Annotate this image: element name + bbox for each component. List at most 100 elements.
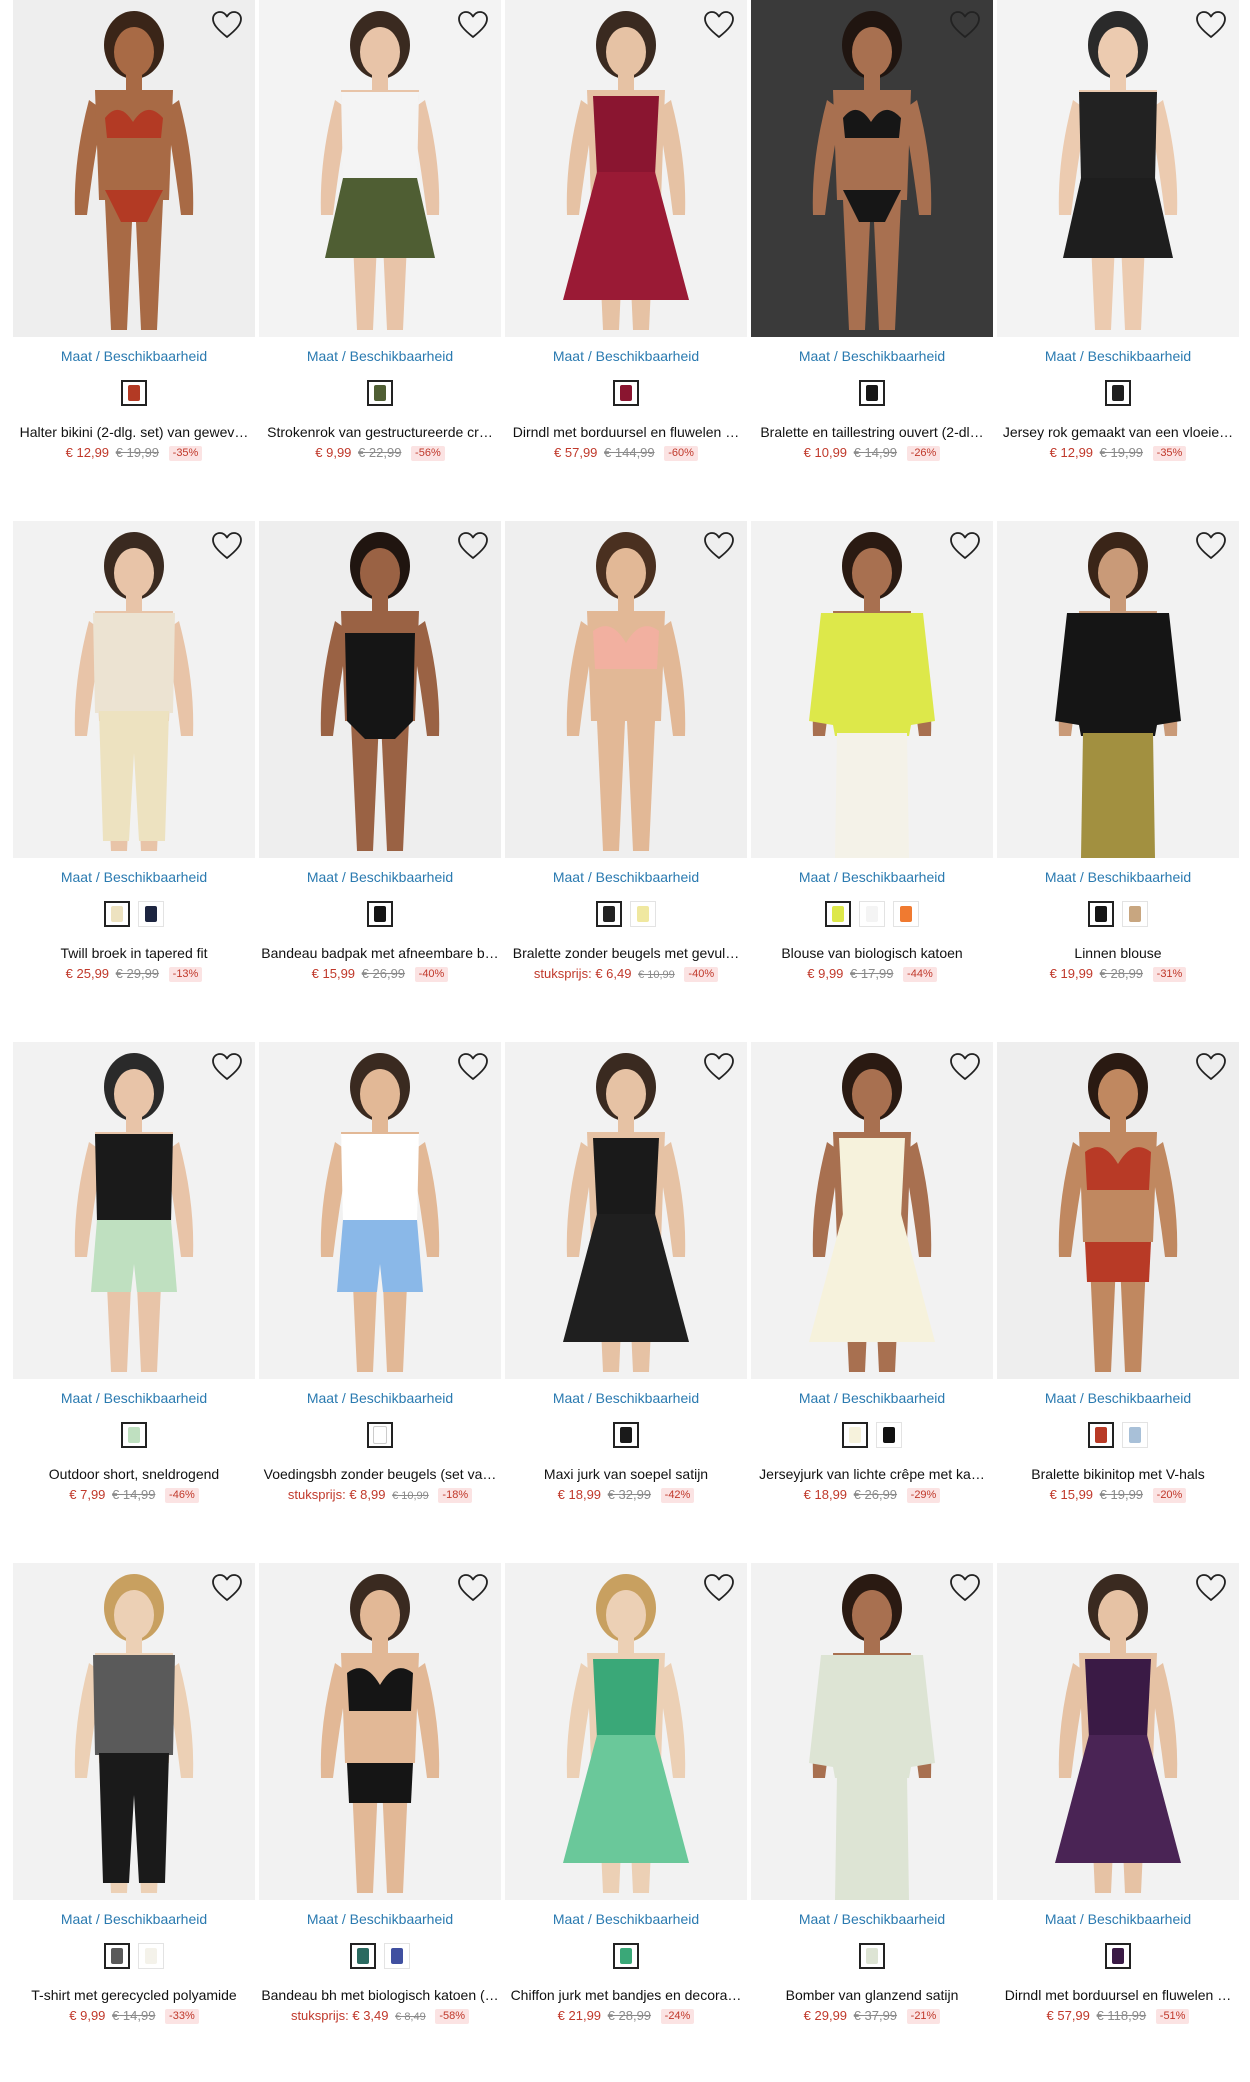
color-swatch[interactable] [138, 901, 164, 927]
size-availability-link[interactable]: Maat / Beschikbaarheid [505, 1911, 747, 1927]
color-swatch[interactable] [1122, 1422, 1148, 1448]
product-image[interactable] [13, 1563, 255, 1900]
product-image[interactable] [997, 0, 1239, 337]
color-swatch[interactable] [367, 1422, 393, 1448]
color-swatch[interactable] [893, 901, 919, 927]
product-name[interactable]: Halter bikini (2-dlg. set) van gewev… [13, 424, 255, 440]
heart-outline-icon[interactable] [703, 10, 735, 40]
color-swatch[interactable] [350, 1943, 376, 1969]
product-image[interactable] [751, 1042, 993, 1379]
color-swatch[interactable] [367, 380, 393, 406]
product-image[interactable] [505, 1042, 747, 1379]
product-image[interactable] [259, 1563, 501, 1900]
product-image[interactable] [505, 521, 747, 858]
color-swatch[interactable] [1105, 380, 1131, 406]
product-image[interactable] [751, 1563, 993, 1900]
size-availability-link[interactable]: Maat / Beschikbaarheid [997, 869, 1239, 885]
product-name[interactable]: Bralette bikinitop met V-hals [997, 1466, 1239, 1482]
size-availability-link[interactable]: Maat / Beschikbaarheid [505, 348, 747, 364]
color-swatch[interactable] [121, 380, 147, 406]
color-swatch[interactable] [596, 901, 622, 927]
heart-outline-icon[interactable] [949, 1573, 981, 1603]
product-image[interactable] [997, 1042, 1239, 1379]
color-swatch[interactable] [384, 1943, 410, 1969]
product-name[interactable]: Chiffon jurk met bandjes en decora… [505, 1987, 747, 2003]
heart-outline-icon[interactable] [1195, 1573, 1227, 1603]
size-availability-link[interactable]: Maat / Beschikbaarheid [13, 1390, 255, 1406]
product-image[interactable] [505, 1563, 747, 1900]
color-swatch[interactable] [859, 380, 885, 406]
product-name[interactable]: Maxi jurk van soepel satijn [505, 1466, 747, 1482]
product-name[interactable]: Dirndl met borduursel en fluwelen … [997, 1987, 1239, 2003]
size-availability-link[interactable]: Maat / Beschikbaarheid [997, 1390, 1239, 1406]
product-image[interactable] [259, 521, 501, 858]
product-image[interactable] [13, 521, 255, 858]
product-image[interactable] [751, 521, 993, 858]
color-swatch[interactable] [1105, 1943, 1131, 1969]
product-image[interactable] [13, 0, 255, 337]
heart-outline-icon[interactable] [211, 531, 243, 561]
product-image[interactable] [751, 0, 993, 337]
product-name[interactable]: Voedingsbh zonder beugels (set va… [259, 1466, 501, 1482]
color-swatch[interactable] [859, 1943, 885, 1969]
product-image[interactable] [259, 0, 501, 337]
size-availability-link[interactable]: Maat / Beschikbaarheid [259, 869, 501, 885]
size-availability-link[interactable]: Maat / Beschikbaarheid [13, 348, 255, 364]
size-availability-link[interactable]: Maat / Beschikbaarheid [997, 1911, 1239, 1927]
product-name[interactable]: Strokenrok van gestructureerde cr… [259, 424, 501, 440]
product-name[interactable]: Bralette zonder beugels met gevul… [505, 945, 747, 961]
size-availability-link[interactable]: Maat / Beschikbaarheid [997, 348, 1239, 364]
heart-outline-icon[interactable] [211, 10, 243, 40]
heart-outline-icon[interactable] [949, 531, 981, 561]
heart-outline-icon[interactable] [1195, 1052, 1227, 1082]
heart-outline-icon[interactable] [211, 1573, 243, 1603]
size-availability-link[interactable]: Maat / Beschikbaarheid [505, 1390, 747, 1406]
product-name[interactable]: Jerseyjurk van lichte crêpe met ka… [751, 1466, 993, 1482]
size-availability-link[interactable]: Maat / Beschikbaarheid [259, 1911, 501, 1927]
size-availability-link[interactable]: Maat / Beschikbaarheid [751, 1390, 993, 1406]
heart-outline-icon[interactable] [703, 1052, 735, 1082]
product-name[interactable]: Twill broek in tapered fit [13, 945, 255, 961]
color-swatch[interactable] [876, 1422, 902, 1448]
heart-outline-icon[interactable] [457, 1052, 489, 1082]
product-image[interactable] [997, 1563, 1239, 1900]
heart-outline-icon[interactable] [703, 1573, 735, 1603]
color-swatch[interactable] [1122, 901, 1148, 927]
product-image[interactable] [997, 521, 1239, 858]
color-swatch[interactable] [1088, 901, 1114, 927]
heart-outline-icon[interactable] [457, 10, 489, 40]
color-swatch[interactable] [859, 901, 885, 927]
heart-outline-icon[interactable] [457, 1573, 489, 1603]
heart-outline-icon[interactable] [457, 531, 489, 561]
product-name[interactable]: Outdoor short, sneldrogend [13, 1466, 255, 1482]
size-availability-link[interactable]: Maat / Beschikbaarheid [259, 348, 501, 364]
color-swatch[interactable] [630, 901, 656, 927]
size-availability-link[interactable]: Maat / Beschikbaarheid [259, 1390, 501, 1406]
color-swatch[interactable] [104, 1943, 130, 1969]
color-swatch[interactable] [121, 1422, 147, 1448]
size-availability-link[interactable]: Maat / Beschikbaarheid [505, 869, 747, 885]
heart-outline-icon[interactable] [949, 1052, 981, 1082]
heart-outline-icon[interactable] [949, 10, 981, 40]
size-availability-link[interactable]: Maat / Beschikbaarheid [751, 348, 993, 364]
heart-outline-icon[interactable] [1195, 10, 1227, 40]
color-swatch[interactable] [842, 1422, 868, 1448]
color-swatch[interactable] [1088, 1422, 1114, 1448]
size-availability-link[interactable]: Maat / Beschikbaarheid [751, 1911, 993, 1927]
color-swatch[interactable] [613, 380, 639, 406]
product-image[interactable] [13, 1042, 255, 1379]
color-swatch[interactable] [613, 1422, 639, 1448]
heart-outline-icon[interactable] [703, 531, 735, 561]
heart-outline-icon[interactable] [211, 1052, 243, 1082]
product-name[interactable]: Linnen blouse [997, 945, 1239, 961]
color-swatch[interactable] [138, 1943, 164, 1969]
color-swatch[interactable] [104, 901, 130, 927]
product-name[interactable]: Dirndl met borduursel en fluwelen … [505, 424, 747, 440]
product-name[interactable]: Bomber van glanzend satijn [751, 1987, 993, 2003]
product-image[interactable] [259, 1042, 501, 1379]
size-availability-link[interactable]: Maat / Beschikbaarheid [13, 1911, 255, 1927]
product-image[interactable] [505, 0, 747, 337]
color-swatch[interactable] [825, 901, 851, 927]
product-name[interactable]: Blouse van biologisch katoen [751, 945, 993, 961]
product-name[interactable]: T-shirt met gerecycled polyamide [13, 1987, 255, 2003]
